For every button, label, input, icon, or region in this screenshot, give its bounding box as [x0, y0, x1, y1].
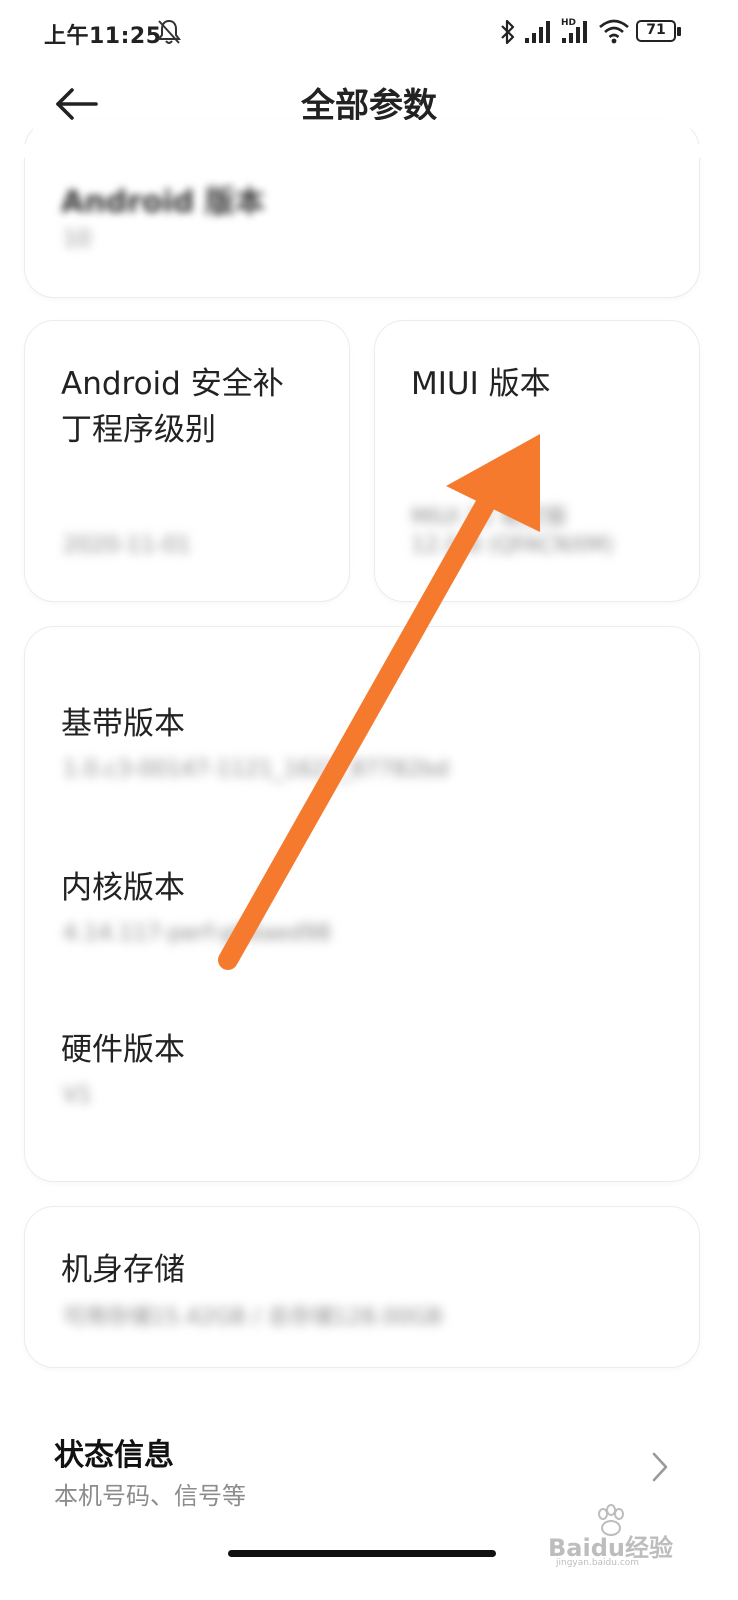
storage-label: 机身存储 — [61, 1252, 185, 1288]
battery-level: 71 — [646, 22, 666, 38]
wifi-icon — [599, 19, 629, 44]
mute-bell-icon — [157, 19, 181, 44]
miui-version-label: MIUI 版本 — [411, 366, 551, 402]
bluetooth-icon — [501, 19, 515, 45]
card-security-patch[interactable]: Android 安全补 丁程序级别 2020-11-01 — [24, 320, 350, 602]
status-info-title: 状态信息 — [54, 1438, 174, 1473]
hd-signal-icon: HD — [561, 18, 587, 43]
android-version-label: Android 版本 — [61, 185, 265, 220]
baidu-watermark: Baidu经验 jingyan.baidu.com — [548, 1500, 728, 1570]
signal-icon — [525, 21, 550, 43]
home-indicator[interactable] — [228, 1550, 496, 1557]
watermark-url: jingyan.baidu.com — [556, 1558, 640, 1568]
kernel-label: 内核版本 — [61, 870, 185, 906]
miui-version-value-line1: MIUI 12 稳定版 — [411, 505, 568, 530]
security-patch-value: 2020-11-01 — [63, 533, 191, 558]
header-backdrop — [0, 144, 738, 158]
baseband-row[interactable]: 基带版本 1.0.c3-00147-1121_1621_87782bd — [25, 687, 699, 797]
status-time: 上午11:25 — [44, 24, 162, 49]
card-versions-group: 基带版本 1.0.c3-00147-1121_1621_87782bd 内核版本… — [24, 626, 700, 1182]
miui-version-value-line2: 12.0.8 (QFACNXM) — [411, 533, 614, 558]
kernel-value: 4.14.117-perf-g66aed98 — [63, 921, 331, 946]
chevron-right-icon — [652, 1452, 668, 1482]
hd-badge: HD — [561, 18, 576, 28]
security-patch-label-line1: Android 安全补 — [61, 366, 284, 402]
hardware-value: V1 — [63, 1083, 93, 1108]
kernel-row[interactable]: 内核版本 4.14.117-perf-g66aed98 — [25, 851, 699, 961]
status-bar: 上午11:25 HD 71 — [0, 0, 738, 64]
battery-icon: 71 — [636, 20, 682, 44]
security-patch-label-line2: 丁程序级别 — [61, 412, 216, 448]
card-storage[interactable]: 机身存储 可用存储15.42GB / 总存储128.00GB — [24, 1206, 700, 1368]
android-version-value: 10 — [63, 227, 91, 252]
baseband-label: 基带版本 — [61, 706, 185, 742]
status-info-subtitle: 本机号码、信号等 — [54, 1482, 246, 1510]
storage-value: 可用存储15.42GB / 总存储128.00GB — [63, 1305, 443, 1330]
card-miui-version[interactable]: MIUI 版本 MIUI 12 稳定版 12.0.8 (QFACNXM) — [374, 320, 700, 602]
baseband-value: 1.0.c3-00147-1121_1621_87782bd — [63, 757, 449, 782]
hardware-label: 硬件版本 — [61, 1032, 185, 1068]
hardware-row[interactable]: 硬件版本 V1 — [25, 1013, 699, 1123]
